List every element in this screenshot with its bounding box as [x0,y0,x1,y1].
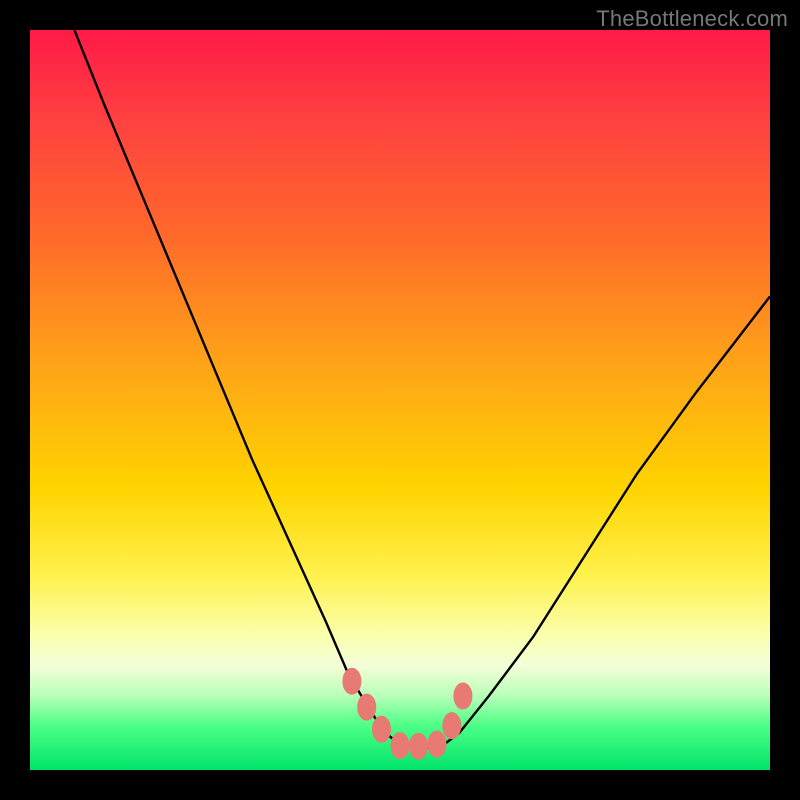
highlight-dot [443,713,461,739]
plot-area [30,30,770,770]
highlight-dot [410,733,428,759]
bottleneck-curve-path [74,30,770,748]
highlight-dots-group [343,668,472,759]
highlight-dot [428,731,446,757]
highlight-dot [454,683,472,709]
curve-svg [30,30,770,770]
highlight-dot [343,668,361,694]
highlight-dot [391,733,409,759]
watermark-text: TheBottleneck.com [596,6,788,32]
chart-frame: TheBottleneck.com [0,0,800,800]
highlight-dot [373,716,391,742]
highlight-dot [358,694,376,720]
